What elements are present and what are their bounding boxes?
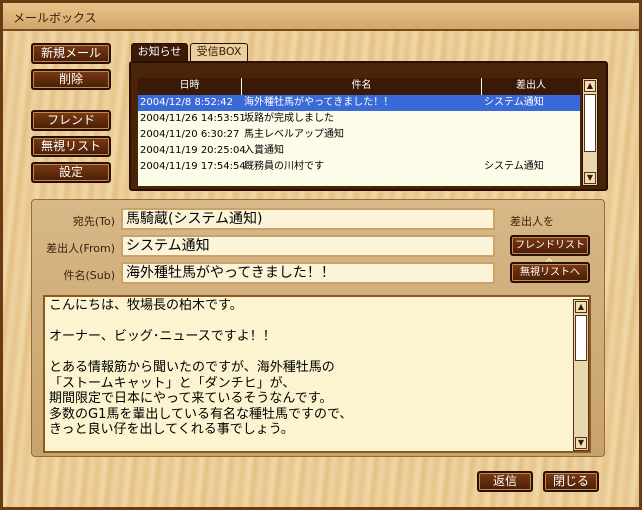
from-field: システム通知 xyxy=(121,235,495,257)
scroll-thumb[interactable] xyxy=(584,94,596,152)
list-item-date: 2004/11/19 17:54:54 xyxy=(140,161,246,172)
window-title: メールボックス xyxy=(13,11,97,25)
column-header-from[interactable]: 差出人 xyxy=(482,78,580,95)
close-button[interactable]: 閉じる xyxy=(543,471,599,492)
add-to-ignore-list-button[interactable]: 無視リストへ xyxy=(510,262,590,283)
scroll-down-icon[interactable]: ▼ xyxy=(584,172,596,184)
list-item-subject: 馬主レベルアップ通知 xyxy=(244,129,344,140)
list-item-from: システム通知 xyxy=(484,97,544,108)
to-label: 宛先(To) xyxy=(72,215,115,228)
list-item[interactable]: 2004/11/19 17:54:54 厩務員の川村です システム通知 xyxy=(138,159,580,175)
subject-label: 件名(Sub) xyxy=(63,269,115,282)
body-scrollbar[interactable]: ▲ ▼ xyxy=(573,299,589,451)
subject-field: 海外種牡馬がやってきました！！ xyxy=(121,262,495,284)
settings-button[interactable]: 設定 xyxy=(31,162,111,183)
list-item-subject: 坂路が完成しました xyxy=(244,113,334,124)
list-item-subject: 海外種牡馬がやってきました！！ xyxy=(244,97,394,108)
tab-notice[interactable]: お知らせ xyxy=(131,43,188,61)
scroll-down-icon[interactable]: ▼ xyxy=(575,437,587,449)
body-line xyxy=(49,314,571,330)
add-to-friend-list-button[interactable]: フレンドリストへ xyxy=(510,235,590,268)
title-bar: メールボックス xyxy=(3,3,639,31)
scroll-up-icon[interactable]: ▲ xyxy=(575,301,587,313)
message-body[interactable]: こんにちは、牧場長の柏木です。 オーナー、ビッグ･ニュースですよ！！ とある情報… xyxy=(43,295,591,453)
message-body-text: こんにちは、牧場長の柏木です。 オーナー、ビッグ･ニュースですよ！！ とある情報… xyxy=(49,298,571,438)
to-field: 馬騎蔵(システム通知) xyxy=(121,208,495,230)
list-item[interactable]: 2004/11/20 6:30:27 馬主レベルアップ通知 xyxy=(138,127,580,143)
list-scrollbar[interactable]: ▲ ▼ xyxy=(582,78,598,186)
body-line: こんにちは、牧場長の柏木です。 xyxy=(49,298,243,313)
list-item-subject: 厩務員の川村です xyxy=(244,161,324,172)
tab-inbox[interactable]: 受信BOX xyxy=(190,43,248,61)
list-item-subject: 入賞通知 xyxy=(244,145,284,156)
scroll-up-icon[interactable]: ▲ xyxy=(584,80,596,92)
friend-button[interactable]: フレンド xyxy=(31,110,111,131)
ignore-list-button[interactable]: 無視リスト xyxy=(31,136,111,157)
column-header-subject[interactable]: 件名 xyxy=(242,78,482,95)
new-mail-button[interactable]: 新規メール xyxy=(31,43,111,64)
list-item[interactable]: 2004/11/19 20:25:04 入賞通知 xyxy=(138,143,580,159)
body-line: きっと良い仔を出してくれる事でしょう。 xyxy=(49,422,294,437)
scroll-thumb[interactable] xyxy=(575,315,587,361)
list-item-date: 2004/11/26 14:53:51 xyxy=(140,113,246,124)
list-item-date: 2004/11/20 6:30:27 xyxy=(140,129,240,140)
list-header: 日時 件名 差出人 xyxy=(138,78,580,95)
delete-button[interactable]: 削除 xyxy=(31,69,111,90)
message-list-panel: 日時 件名 差出人 2004/12/8 8:52:42 海外種牡馬がやってきまし… xyxy=(129,61,608,191)
list-item-from: システム通知 xyxy=(484,161,544,172)
from-label: 差出人(From) xyxy=(46,242,115,255)
reply-button[interactable]: 返信 xyxy=(477,471,533,492)
body-line: 「ストームキャット」と「ダンチヒ」が、 xyxy=(49,375,296,391)
list-item[interactable]: 2004/11/26 14:53:51 坂路が完成しました xyxy=(138,111,580,127)
list-item-date: 2004/12/8 8:52:42 xyxy=(140,97,234,108)
body-line: 期間限定で日本にやって来ているそうなんです。 xyxy=(49,391,333,406)
message-list: 日時 件名 差出人 2004/12/8 8:52:42 海外種牡馬がやってきまし… xyxy=(138,78,580,186)
list-item-date: 2004/11/19 20:25:04 xyxy=(140,145,246,156)
body-line: オーナー、ビッグ･ニュースですよ！！ xyxy=(49,329,276,344)
body-line xyxy=(49,345,571,361)
mailbox-window: メールボックス 新規メール 削除 フレンド 無視リスト 設定 お知らせ 受信BO… xyxy=(0,0,642,510)
body-line: 多数のG1馬を輩出している有名な種牡馬ですので、 xyxy=(49,406,353,422)
sender-caption: 差出人を xyxy=(510,215,554,228)
list-item[interactable]: 2004/12/8 8:52:42 海外種牡馬がやってきました！！ システム通知 xyxy=(138,95,580,111)
column-header-date[interactable]: 日時 xyxy=(138,78,242,95)
body-line: とある情報筋から聞いたのですが、海外種牡馬の xyxy=(49,360,335,375)
